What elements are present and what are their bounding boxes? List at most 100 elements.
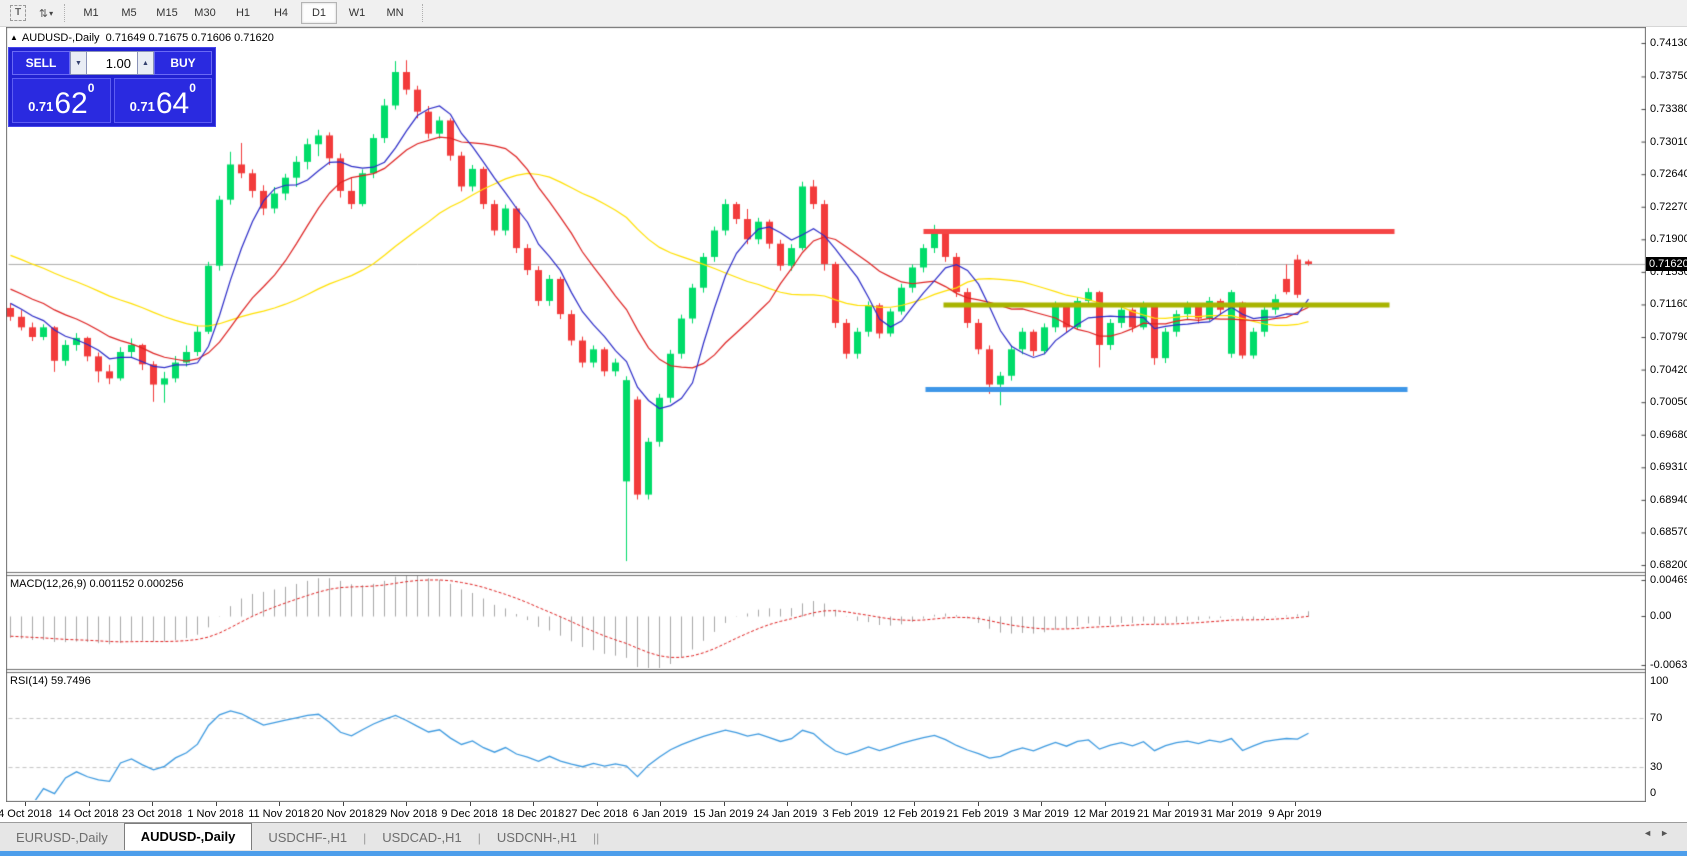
volume-increase-button[interactable]: ▲ [137, 51, 154, 75]
one-click-trading-panel: SELL ▼ ▲ BUY 0.71 62 0 0.71 64 0 [8, 47, 216, 127]
ask-pipette: 0 [189, 83, 196, 93]
date-axis[interactable]: 4 Oct 201814 Oct 201823 Oct 20181 Nov 20… [0, 802, 1687, 822]
date-tick-label: 4 Oct 2018 [0, 808, 52, 820]
date-tick-mark [978, 802, 979, 806]
price-tick-label: 0.71160 [1650, 298, 1686, 310]
macd-tick-label: 0.004694 [1650, 574, 1686, 586]
date-tick-mark [597, 802, 598, 806]
rsi-tick-label: 70 [1650, 712, 1686, 724]
buy-button[interactable]: BUY [154, 51, 212, 75]
timeframe-button-m15[interactable]: M15 [149, 2, 185, 24]
price-tick-label: 0.69310 [1650, 461, 1686, 473]
chart-tab-usdcad[interactable]: USDCAD-,H1 [366, 826, 477, 849]
date-tick-label: 3 Mar 2019 [1013, 808, 1069, 820]
timeframe-button-m1[interactable]: M1 [73, 2, 109, 24]
date-tick-label: 21 Mar 2019 [1137, 808, 1199, 820]
timeframe-button-d1[interactable]: D1 [301, 2, 337, 24]
price-tick-label: 0.72270 [1650, 201, 1686, 213]
date-tick-mark [914, 802, 915, 806]
date-tick-mark [1105, 802, 1106, 806]
arrange-windows-icon[interactable]: ⇅ ▾ [36, 4, 56, 22]
date-tick-mark [89, 802, 90, 806]
date-tick-mark [470, 802, 471, 806]
volume-input[interactable] [87, 51, 137, 75]
price-tick-label: 0.70790 [1650, 331, 1686, 343]
date-tick-label: 18 Dec 2018 [502, 808, 564, 820]
timeframe-button-m5[interactable]: M5 [111, 2, 147, 24]
price-chart-canvas[interactable] [6, 27, 1646, 802]
date-tick-mark [216, 802, 217, 806]
current-price-tag: 0.71620 [1646, 257, 1687, 271]
date-tick-mark [1041, 802, 1042, 806]
collapse-arrow-icon[interactable]: ▲ [10, 33, 18, 42]
date-tick-mark [25, 802, 26, 806]
date-tick-mark [660, 802, 661, 806]
volume-decrease-button[interactable]: ▼ [70, 51, 87, 75]
date-tick-label: 24 Jan 2019 [757, 808, 818, 820]
macd-indicator-label: MACD(12,26,9) 0.001152 0.000256 [10, 578, 183, 590]
date-tick-label: 29 Nov 2018 [375, 808, 437, 820]
timeframe-button-h1[interactable]: H1 [225, 2, 261, 24]
price-tick-label: 0.70420 [1650, 364, 1686, 376]
date-tick-mark [1232, 802, 1233, 806]
toolbar-separator [64, 4, 66, 22]
timeframe-button-m30[interactable]: M30 [187, 2, 223, 24]
chart-window: ▲ AUDUSD-,Daily 0.71649 0.71675 0.71606 0… [0, 27, 1687, 802]
date-tick-mark [533, 802, 534, 806]
date-tick-label: 31 Mar 2019 [1201, 808, 1263, 820]
date-tick-label: 11 Nov 2018 [248, 808, 310, 820]
date-tick-label: 6 Jan 2019 [633, 808, 687, 820]
price-tick-label: 0.73010 [1650, 136, 1686, 148]
price-tick-label: 0.73380 [1650, 103, 1686, 115]
date-tick-mark [1295, 802, 1296, 806]
rsi-tick-label: 0 [1650, 787, 1686, 799]
date-tick-label: 23 Oct 2018 [122, 808, 182, 820]
chart-tab-usdchf[interactable]: USDCHF-,H1 [252, 826, 363, 849]
macd-tick-label: 0.00 [1650, 610, 1686, 622]
timeframe-button-mn[interactable]: MN [377, 2, 413, 24]
timeframe-button-group: M1M5M15M30H1H4D1W1MN [72, 2, 414, 24]
date-tick-label: 3 Feb 2019 [823, 808, 879, 820]
sell-button[interactable]: SELL [12, 51, 70, 75]
window-bottom-strip [0, 851, 1687, 856]
date-tick-label: 12 Mar 2019 [1074, 808, 1136, 820]
date-tick-label: 20 Nov 2018 [311, 808, 373, 820]
chart-tab-eurusd[interactable]: EURUSD-,Daily [0, 826, 124, 849]
toolbar-separator [422, 4, 424, 22]
bid-prefix: 0.71 [28, 96, 53, 118]
dropdown-caret-icon[interactable]: ▾ [49, 9, 53, 18]
tab-scroll-right-icon[interactable]: ► [1660, 828, 1677, 838]
chart-ohlc-label: 0.71649 0.71675 0.71606 0.71620 [106, 32, 274, 44]
tab-scroll-arrows: ◄► [1643, 828, 1677, 838]
text-select-icon[interactable]: T [8, 4, 28, 22]
date-tick-label: 1 Nov 2018 [187, 808, 243, 820]
price-tick-label: 0.68940 [1650, 494, 1686, 506]
date-tick-mark [152, 802, 153, 806]
date-tick-mark [343, 802, 344, 806]
date-tick-mark [279, 802, 280, 806]
price-tick-label: 0.69680 [1650, 429, 1686, 441]
timeframe-button-h4[interactable]: H4 [263, 2, 299, 24]
date-tick-mark [851, 802, 852, 806]
ask-price-display[interactable]: 0.71 64 0 [114, 78, 213, 123]
price-tick-label: 0.74130 [1650, 37, 1686, 49]
price-tick-label: 0.71900 [1650, 233, 1686, 245]
timeframe-button-w1[interactable]: W1 [339, 2, 375, 24]
chart-tab-audusd[interactable]: AUDUSD-,Daily [124, 823, 253, 850]
date-tick-label: 9 Dec 2018 [441, 808, 497, 820]
price-tick-label: 0.73750 [1650, 70, 1686, 82]
ask-big-digits: 64 [156, 90, 189, 118]
price-tick-label: 0.70050 [1650, 396, 1686, 408]
date-tick-mark [1168, 802, 1169, 806]
chart-tab-usdcnh[interactable]: USDCNH-,H1 [481, 826, 593, 849]
chart-tab-bar: EURUSD-,DailyAUDUSD-,DailyUSDCHF-,H1|USD… [0, 822, 1687, 852]
chart-symbol-label: AUDUSD-,Daily [22, 32, 100, 44]
tab-scroll-left-icon[interactable]: ◄ [1643, 828, 1660, 838]
price-tick-label: 0.72640 [1650, 168, 1686, 180]
tab-separator: | [596, 831, 599, 845]
bid-pipette: 0 [88, 83, 95, 93]
rsi-indicator-label: RSI(14) 59.7496 [10, 675, 91, 687]
rsi-tick-label: 30 [1650, 761, 1686, 773]
toolbar: T ⇅ ▾ M1M5M15M30H1H4D1W1MN [0, 0, 1687, 27]
bid-price-display[interactable]: 0.71 62 0 [12, 78, 111, 123]
